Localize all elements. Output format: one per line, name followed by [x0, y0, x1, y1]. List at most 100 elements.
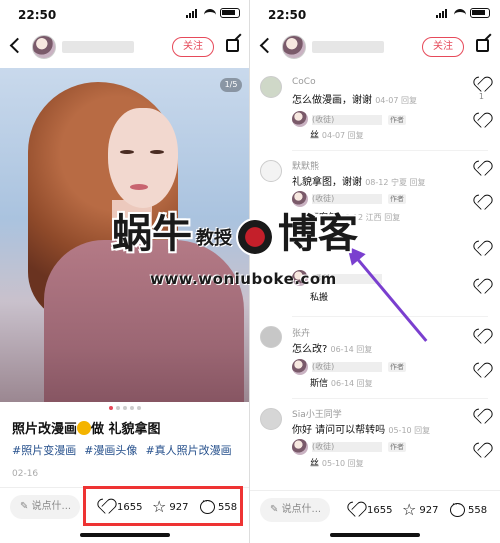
watermark: 蜗牛 教授 博客 www.woniuboke.com	[112, 212, 402, 302]
image-pager: 1/5	[220, 78, 242, 92]
reply-name-text: (收徒)	[312, 362, 335, 371]
author-badge: 作者	[388, 194, 406, 204]
author-reply-name[interactable]: (收徒)	[312, 362, 382, 372]
carousel-dot[interactable]	[116, 406, 120, 410]
reply-text[interactable]: 丝 05-10 回复	[310, 456, 364, 469]
commenter-name[interactable]: 张卉	[292, 326, 310, 339]
reply-like-button[interactable]	[474, 364, 488, 376]
heart-icon	[348, 503, 364, 517]
comment-count: 558	[468, 504, 488, 516]
reply-like-button[interactable]	[474, 196, 488, 208]
post-title: 照片改漫画做 礼貌拿图	[12, 418, 161, 437]
comment-like-button[interactable]	[474, 162, 488, 174]
illustration-face	[108, 108, 178, 208]
author-reply-avatar[interactable]	[292, 359, 308, 375]
collect-button[interactable]: ☆ 927	[402, 500, 438, 520]
commenter-avatar[interactable]	[260, 408, 282, 430]
status-icons	[186, 8, 240, 18]
carousel-dots	[0, 406, 249, 412]
comment-meta: 04-07 回复	[375, 96, 417, 105]
reply-meta: 05-10 回复	[321, 459, 364, 468]
tag-link[interactable]: #真人照片改漫画	[145, 442, 231, 458]
bottom-action-bar: ✎ 说点什... 1655 ☆927 558	[250, 490, 500, 528]
comment-input[interactable]: ✎ 说点什...	[260, 498, 330, 522]
author-reply-name[interactable]: (收徒)	[312, 442, 382, 452]
author-reply-avatar[interactable]	[292, 439, 308, 455]
author-badge: 作者	[388, 115, 406, 125]
author-avatar[interactable]	[282, 35, 306, 59]
author-avatar[interactable]	[32, 35, 56, 59]
follow-button[interactable]: 关注	[422, 37, 464, 57]
comment-button[interactable]: 558	[450, 500, 487, 520]
tag-link[interactable]: #漫画头像	[84, 442, 137, 458]
post-date: 02-16	[12, 469, 39, 479]
comment-meta: 05-10 回复	[388, 426, 431, 435]
comment-item: CoCo 怎么做漫画，谢谢 04-07 回复 1 (收徒) 作者 丝 04-07…	[250, 72, 500, 142]
illustration-eye	[150, 150, 164, 154]
reply-text[interactable]: 丝 04-07 回复	[310, 128, 364, 141]
author-reply-name[interactable]: (收徒)	[312, 115, 382, 125]
divider	[292, 150, 488, 151]
star-icon: ☆	[402, 500, 417, 519]
divider	[292, 398, 488, 399]
comment-like-count: 1	[478, 92, 484, 101]
reply-like-button[interactable]	[474, 444, 488, 456]
commenter-avatar[interactable]	[260, 76, 282, 98]
status-icons	[436, 8, 490, 18]
watermark-text-3: 博客	[278, 211, 358, 257]
status-bar: 22:50	[250, 0, 500, 30]
watermark-logo-icon	[236, 218, 274, 256]
author-badge: 作者	[388, 442, 406, 452]
status-bar: 22:50	[0, 0, 249, 30]
illustration-eye	[120, 150, 134, 154]
comment-text[interactable]: 怎么做漫画，谢谢 04-07 回复	[292, 91, 417, 106]
tag-link[interactable]: #照片变漫画	[12, 442, 76, 458]
reply-body: 丝	[310, 131, 320, 141]
reply-meta: 04-07 回复	[321, 131, 364, 140]
author-reply-name[interactable]: (收徒)	[312, 194, 382, 204]
reply-like-button[interactable]	[474, 280, 488, 292]
carousel-dot[interactable]	[137, 406, 141, 410]
comment-like-button[interactable]	[474, 410, 488, 422]
back-icon[interactable]	[259, 37, 276, 54]
comment-like-button[interactable]	[474, 242, 488, 254]
carousel-dot[interactable]	[123, 406, 127, 410]
watermark-url: www.woniuboke.com	[150, 270, 337, 288]
like-button[interactable]: 1655	[348, 500, 392, 520]
commenter-name[interactable]: Sia小王同学	[292, 407, 342, 420]
post-title-part2: 做 礼貌拿图	[91, 422, 161, 437]
comment-text[interactable]: 你好 请问可以帮转吗 05-10 回复	[292, 421, 430, 436]
post-title-part1: 照片改漫画	[12, 422, 78, 437]
reply-like-button[interactable]	[474, 114, 488, 126]
comment-like-button[interactable]	[474, 78, 488, 90]
author-reply-avatar[interactable]	[292, 111, 308, 127]
follow-button[interactable]: 关注	[172, 37, 214, 57]
comment-text[interactable]: 怎么改? 06-14 回复	[292, 340, 372, 355]
carousel-dot[interactable]	[109, 406, 113, 410]
reply-text[interactable]: 斯信 06-14 回复	[310, 376, 373, 389]
commenter-name[interactable]: CoCo	[292, 77, 316, 87]
comment-text[interactable]: 礼貌拿图，谢谢 08-12 宁夏 回复	[292, 173, 426, 188]
smile-emoji-icon	[77, 421, 92, 435]
highlight-box	[83, 486, 243, 526]
comment-meta: 06-14 回复	[330, 345, 373, 354]
author-name[interactable]	[62, 41, 134, 53]
comment-body: 怎么做漫画，谢谢	[292, 95, 372, 106]
watermark-title: 蜗牛 教授 博客	[112, 212, 358, 256]
commenter-name[interactable]: 默默熊	[292, 159, 319, 172]
share-icon[interactable]	[476, 39, 489, 52]
reply-meta: 06-14 回复	[330, 379, 373, 388]
author-name[interactable]	[312, 41, 384, 53]
comment-item: Sia小王同学 你好 请问可以帮转吗 05-10 回复 (收徒) 作者 丝 05…	[250, 404, 500, 476]
commenter-avatar[interactable]	[260, 326, 282, 348]
post-tags: #照片变漫画 #漫画头像 #真人照片改漫画	[12, 442, 232, 458]
author-reply-avatar[interactable]	[292, 191, 308, 207]
share-icon[interactable]	[226, 39, 239, 52]
reply-body: 斯信	[310, 379, 329, 389]
comment-input[interactable]: ✎ 说点什...	[10, 495, 80, 519]
comment-like-button[interactable]	[474, 330, 488, 342]
back-icon[interactable]	[9, 37, 26, 54]
screenshot: 22:50 关注 1/5 照片改漫画 做 礼貌拿图 #照片变漫画 #漫画头像 #…	[0, 0, 500, 543]
commenter-avatar[interactable]	[260, 160, 282, 182]
carousel-dot[interactable]	[130, 406, 134, 410]
